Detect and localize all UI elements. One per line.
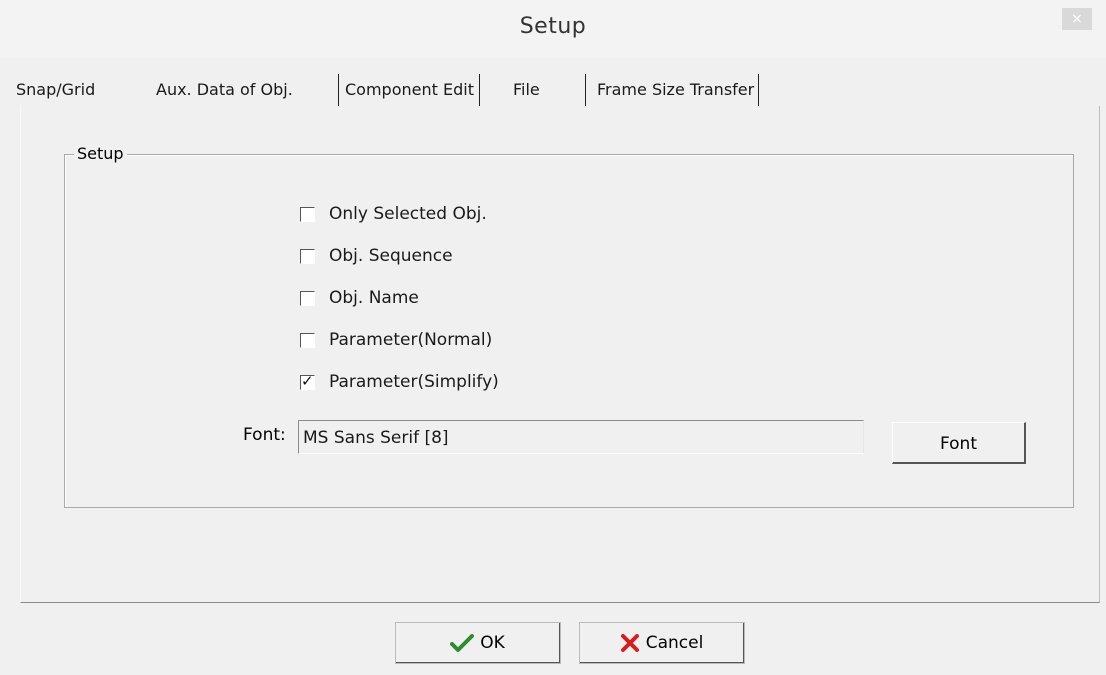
- tab-file[interactable]: File: [513, 74, 540, 106]
- tab-aux-data-of-obj[interactable]: Aux. Data of Obj.: [156, 74, 293, 106]
- tab-snap-grid[interactable]: Snap/Grid: [16, 74, 95, 106]
- checkbox-obj-name[interactable]: Obj. Name: [300, 285, 419, 311]
- tab-frame-size-transfer[interactable]: Frame Size Transfer: [591, 74, 760, 106]
- cancel-label: Cancel: [645, 632, 704, 653]
- close-button[interactable]: ×: [1062, 8, 1092, 30]
- ok-label: OK: [480, 632, 505, 653]
- font-display-field: MS Sans Serif [8]: [298, 420, 864, 454]
- checkbox-only-selected-obj[interactable]: Only Selected Obj.: [300, 201, 487, 227]
- checkbox-obj-sequence[interactable]: Obj. Sequence: [300, 243, 453, 269]
- checkbox-box-checked[interactable]: [300, 372, 315, 390]
- checkbox-box[interactable]: [300, 332, 315, 348]
- checkbox-box[interactable]: [300, 248, 315, 264]
- dialog-title: Setup: [519, 14, 587, 39]
- tab-divider: [585, 74, 586, 106]
- close-icon: ×: [1071, 11, 1083, 27]
- x-mark-icon: [620, 633, 639, 652]
- font-label: Font:: [243, 425, 286, 445]
- checkbox-label: Obj. Name: [329, 288, 419, 308]
- font-button[interactable]: Font: [892, 422, 1026, 464]
- title-bar: Setup ×: [0, 0, 1106, 58]
- tab-component-edit[interactable]: Component Edit: [338, 74, 480, 106]
- checkbox-box[interactable]: [300, 290, 315, 306]
- ok-button[interactable]: OK: [395, 622, 561, 664]
- checkbox-parameter-normal[interactable]: Parameter(Normal): [300, 327, 492, 353]
- checkbox-label: Parameter(Simplify): [329, 372, 499, 392]
- setup-dialog: Setup × Snap/Grid Aux. Data of Obj. Comp…: [0, 0, 1106, 675]
- checkbox-parameter-simplify[interactable]: Parameter(Simplify): [300, 369, 499, 395]
- group-label: Setup: [74, 144, 127, 164]
- checkmark-icon: [450, 633, 475, 652]
- cancel-button[interactable]: Cancel: [579, 622, 745, 664]
- checkbox-label: Parameter(Normal): [329, 330, 493, 350]
- checkbox-label: Only Selected Obj.: [329, 204, 487, 224]
- checkbox-box[interactable]: [300, 206, 315, 222]
- checkbox-label: Obj. Sequence: [329, 246, 453, 266]
